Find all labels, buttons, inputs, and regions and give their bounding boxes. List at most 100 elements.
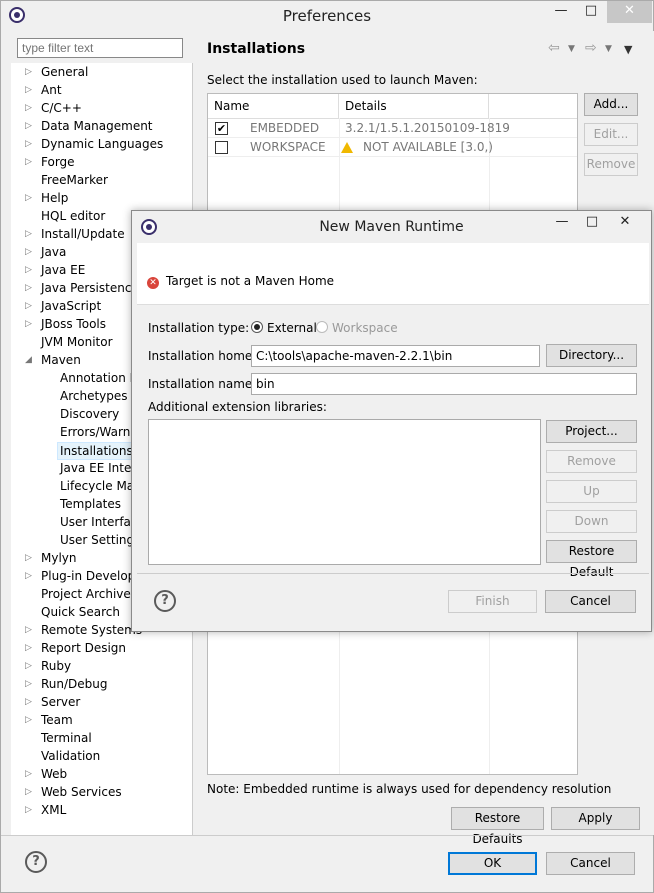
dialog-minimize-icon[interactable]: — — [547, 212, 577, 234]
expand-arrow-icon[interactable]: ▷ — [25, 229, 32, 239]
up-button[interactable]: Up — [546, 480, 637, 503]
workspace-radio[interactable] — [316, 321, 328, 333]
view-menu-icon[interactable]: ▼ — [624, 43, 632, 56]
tree-item[interactable]: Web — [41, 765, 67, 783]
tree-item[interactable]: Ant — [41, 81, 62, 99]
remove-button[interactable]: Remove — [584, 153, 638, 176]
tree-item[interactable]: Run/Debug — [41, 675, 108, 693]
tree-item[interactable]: General — [41, 63, 88, 81]
tree-item[interactable]: Project Archives — [41, 585, 137, 603]
expand-arrow-icon[interactable]: ▷ — [25, 283, 32, 293]
expand-arrow-icon[interactable]: ▷ — [25, 85, 32, 95]
expand-arrow-icon[interactable]: ▷ — [25, 643, 32, 653]
external-radio[interactable] — [251, 321, 263, 333]
expand-arrow-icon[interactable]: ▷ — [25, 193, 32, 203]
expand-arrow-icon[interactable]: ▷ — [25, 319, 32, 329]
tree-item[interactable]: Java — [41, 243, 66, 261]
restore-default-button[interactable]: Restore Default — [546, 540, 637, 579]
back-menu-chevron-icon[interactable]: ▼ — [568, 44, 575, 54]
dialog-remove-button[interactable]: Remove — [546, 450, 637, 473]
tree-item[interactable]: C/C++ — [41, 99, 82, 117]
column-header-details[interactable]: Details — [339, 94, 489, 118]
collapse-arrow-icon[interactable]: ◢ — [25, 355, 32, 365]
dialog-maximize-icon[interactable]: □ — [577, 212, 607, 234]
expand-arrow-icon[interactable]: ▷ — [25, 157, 32, 167]
tree-item[interactable]: Java EE — [41, 261, 85, 279]
tree-item[interactable]: Web Services — [41, 783, 122, 801]
tree-item[interactable]: Team — [41, 711, 73, 729]
expand-arrow-icon[interactable]: ▷ — [25, 697, 32, 707]
dialog-close-icon[interactable]: ✕ — [610, 212, 640, 234]
tree-item[interactable]: Archetypes — [60, 387, 128, 405]
tree-item[interactable]: Dynamic Languages — [41, 135, 163, 153]
expand-arrow-icon[interactable]: ▷ — [25, 625, 32, 635]
tree-item[interactable]: Terminal — [41, 729, 92, 747]
tree-item[interactable]: JBoss Tools — [41, 315, 106, 333]
maximize-icon[interactable]: □ — [576, 1, 606, 23]
tree-item[interactable]: Help — [41, 189, 68, 207]
cancel-button[interactable]: Cancel — [546, 852, 635, 875]
close-icon[interactable]: ✕ — [607, 1, 652, 23]
tree-item[interactable]: Validation — [41, 747, 100, 765]
project-button[interactable]: Project... — [546, 420, 637, 443]
finish-button[interactable]: Finish — [448, 590, 537, 613]
expand-arrow-icon[interactable]: ▷ — [25, 769, 32, 779]
directory-button[interactable]: Directory... — [546, 344, 637, 367]
tree-item[interactable]: Java Persistence — [41, 279, 139, 297]
tree-item[interactable]: Quick Search — [41, 603, 120, 621]
expand-arrow-icon[interactable]: ▷ — [25, 67, 32, 77]
tree-item[interactable]: User Settings — [60, 531, 140, 549]
expand-arrow-icon[interactable]: ▷ — [25, 553, 32, 563]
expand-arrow-icon[interactable]: ▷ — [25, 787, 32, 797]
table-row[interactable]: WORKSPACE NOT AVAILABLE [3.0,) — [208, 138, 577, 157]
expand-arrow-icon[interactable]: ▷ — [25, 301, 32, 311]
table-row[interactable]: ✔ EMBEDDED 3.2.1/1.5.1.20150109-1819 — [208, 119, 577, 138]
restore-defaults-button[interactable]: Restore Defaults — [451, 807, 544, 846]
tree-item[interactable]: Report Design — [41, 639, 126, 657]
expand-arrow-icon[interactable]: ▷ — [25, 715, 32, 725]
expand-arrow-icon[interactable]: ▷ — [25, 265, 32, 275]
forward-arrow-icon[interactable]: ⇨ — [585, 40, 597, 56]
installation-home-input[interactable]: C:\tools\apache-maven-2.2.1\bin — [251, 345, 540, 367]
dialog-help-icon[interactable]: ? — [154, 590, 176, 612]
forward-menu-chevron-icon[interactable]: ▼ — [605, 44, 612, 54]
ok-button[interactable]: OK — [448, 852, 537, 875]
tree-item[interactable]: Install/Update — [41, 225, 125, 243]
tree-item[interactable]: Remote Systems — [41, 621, 142, 639]
down-button[interactable]: Down — [546, 510, 637, 533]
tree-item[interactable]: Maven — [41, 351, 81, 369]
tree-item[interactable]: Ruby — [41, 657, 71, 675]
extension-libraries-list[interactable] — [148, 419, 541, 565]
apply-button[interactable]: Apply — [551, 807, 640, 830]
tree-item[interactable]: Server — [41, 693, 80, 711]
expand-arrow-icon[interactable]: ▷ — [25, 121, 32, 131]
filter-input[interactable] — [17, 38, 183, 58]
tree-item[interactable]: JVM Monitor — [41, 333, 113, 351]
expand-arrow-icon[interactable]: ▷ — [25, 139, 32, 149]
dialog-cancel-button[interactable]: Cancel — [545, 590, 636, 613]
add-button[interactable]: Add... — [584, 93, 638, 116]
edit-button[interactable]: Edit... — [584, 123, 638, 146]
tree-item[interactable]: Discovery — [60, 405, 119, 423]
expand-arrow-icon[interactable]: ▷ — [25, 805, 32, 815]
installation-name-input[interactable]: bin — [251, 373, 637, 395]
expand-arrow-icon[interactable]: ▷ — [25, 103, 32, 113]
expand-arrow-icon[interactable]: ▷ — [25, 571, 32, 581]
tree-item[interactable]: XML — [41, 801, 66, 819]
expand-arrow-icon[interactable]: ▷ — [25, 247, 32, 257]
tree-item[interactable]: Installations — [57, 442, 136, 460]
tree-item[interactable]: FreeMarker — [41, 171, 108, 189]
tree-item[interactable]: Data Management — [41, 117, 153, 135]
tree-item[interactable]: JavaScript — [41, 297, 101, 315]
expand-arrow-icon[interactable]: ▷ — [25, 679, 32, 689]
tree-item[interactable]: Lifecycle Map — [60, 477, 142, 495]
tree-item[interactable]: HQL editor — [41, 207, 105, 225]
minimize-icon[interactable]: — — [546, 1, 576, 23]
row-checkbox-workspace[interactable] — [215, 141, 228, 154]
tree-item[interactable]: Forge — [41, 153, 75, 171]
expand-arrow-icon[interactable]: ▷ — [25, 661, 32, 671]
tree-item[interactable]: Templates — [60, 495, 121, 513]
column-header-name[interactable]: Name — [208, 94, 339, 118]
tree-item[interactable]: Mylyn — [41, 549, 77, 567]
tree-item[interactable]: Errors/Warnin — [60, 423, 141, 441]
